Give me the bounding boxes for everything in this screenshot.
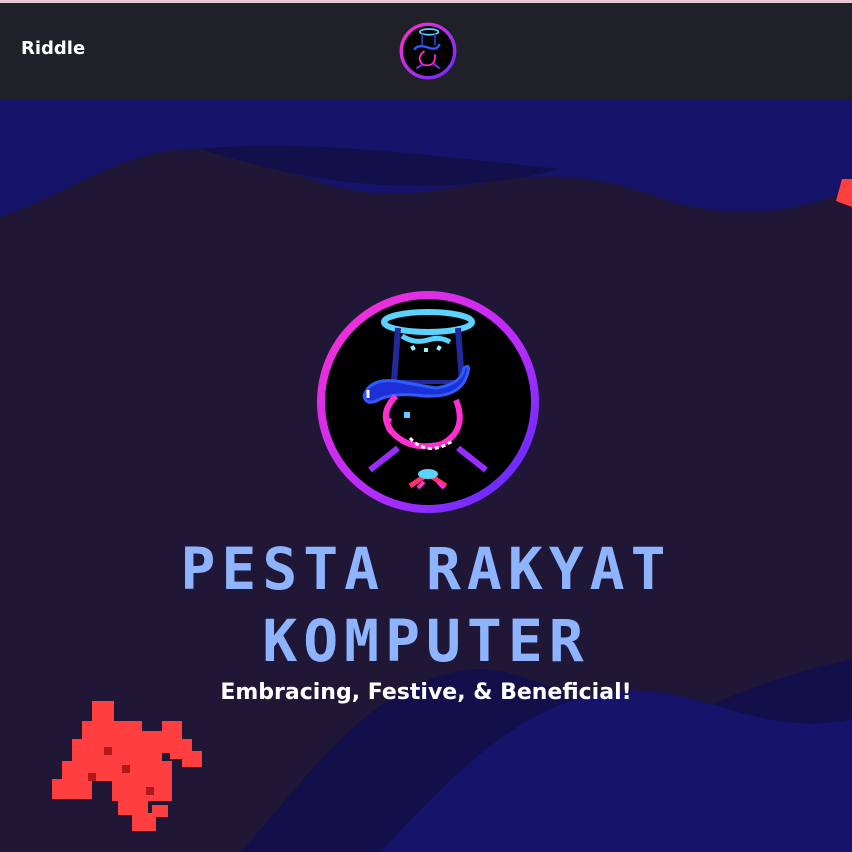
navbar: Riddle (0, 3, 852, 99)
corner-pixel-shape (836, 179, 852, 209)
hero-title-line2: KOMPUTER (262, 607, 590, 675)
logo-icon[interactable] (399, 22, 457, 80)
pixel-invader-icon (52, 691, 208, 836)
nav-link-riddle[interactable]: Riddle (21, 38, 85, 59)
hero-title-line1: PESTA RAKYAT (180, 535, 672, 603)
hero-logo-icon (314, 288, 542, 516)
hero-title: PESTA RAKYAT KOMPUTER (0, 533, 852, 677)
hero-section: PESTA RAKYAT KOMPUTER Embracing, Festive… (0, 99, 852, 852)
